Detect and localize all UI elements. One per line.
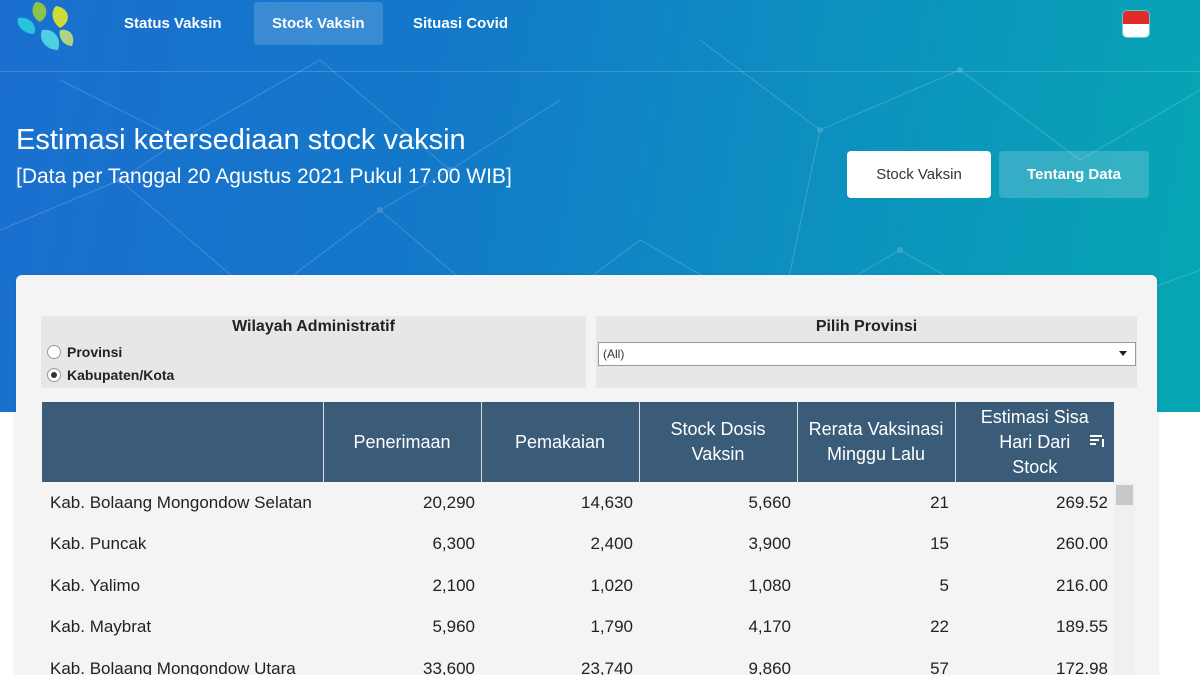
page-title: Estimasi ketersediaan stock vaksin — [16, 124, 466, 156]
stock-table-wrapper: Penerimaan Pemakaian Stock Dosis Vaksin … — [42, 402, 1114, 675]
admin-filter-box: Wilayah Administratif Provinsi Kabupaten… — [41, 316, 586, 388]
value-cell: 5 — [939, 575, 949, 595]
region-name-cell: Kab. Maybrat — [50, 617, 152, 637]
scrollbar-thumb[interactable] — [1116, 485, 1133, 505]
province-filter-box: Pilih Provinsi (All) — [596, 316, 1137, 388]
value-cell: 216.00 — [1056, 575, 1108, 595]
column-header-stock-dosis-label: Stock Dosis Vaksin — [670, 419, 766, 464]
region-name-cell: Kab. Bolaang Mongondow Selatan — [50, 492, 312, 512]
value-cell: 33,600 — [423, 658, 475, 675]
table-body: Kab. Bolaang Mongondow Selatan 20,290 14,6… — [42, 482, 1114, 675]
radio-kabupaten-kota-label: Kabupaten/Kota — [67, 367, 175, 383]
nav-status-vaksin[interactable]: Status Vaksin — [106, 2, 240, 45]
nav-situasi-covid[interactable]: Situasi Covid — [395, 2, 526, 45]
page-subtitle: [Data per Tanggal 20 Agustus 2021 Pukul … — [16, 165, 512, 188]
value-cell: 4,170 — [748, 617, 791, 637]
value-cell: 15 — [930, 534, 949, 554]
province-select-value: (All) — [603, 347, 625, 361]
value-cell: 21 — [930, 492, 949, 512]
table-header-row: Penerimaan Pemakaian Stock Dosis Vaksin … — [42, 402, 1114, 482]
column-header-estimasi-label: Estimasi Sisa Hari Dari Stock — [980, 406, 1089, 477]
value-cell: 2,100 — [432, 575, 475, 595]
stock-vaksin-button[interactable]: Stock Vaksin — [847, 151, 991, 198]
table-row[interactable]: Kab. Maybrat 5,960 1,790 4,170 22 189.55 — [42, 607, 1114, 649]
nav-stock-vaksin[interactable]: Stock Vaksin — [254, 2, 383, 45]
indonesia-flag-icon[interactable] — [1123, 11, 1149, 37]
value-cell: 2,400 — [590, 534, 633, 554]
value-cell: 6,300 — [432, 534, 475, 554]
column-header-estimasi[interactable]: Estimasi Sisa Hari Dari Stock — [954, 402, 1114, 482]
table-row[interactable]: Kab. Bolaang Mongondow Utara 33,600 23,740… — [42, 648, 1114, 675]
region-name-cell: Kab. Yalimo — [50, 575, 141, 595]
value-cell: 20,290 — [423, 492, 475, 512]
top-navbar: Status Vaksin Stock Vaksin Situasi Covid — [0, 0, 1200, 72]
radio-provinsi-label: Provinsi — [67, 344, 123, 360]
table-row[interactable]: Kab. Puncak 6,300 2,400 3,900 15 260.00 — [42, 524, 1114, 566]
admin-filter-title: Wilayah Administratif — [232, 318, 395, 335]
value-cell: 22 — [930, 617, 949, 637]
value-cell: 23,740 — [581, 658, 633, 675]
radio-checked-icon[interactable] — [47, 368, 61, 382]
radio-provinsi[interactable]: Provinsi — [47, 344, 122, 360]
kemenkes-leaf-logo-icon[interactable] — [14, 0, 78, 54]
column-header-penerimaan[interactable]: Penerimaan — [322, 402, 481, 482]
value-cell: 1,080 — [748, 575, 791, 595]
table-row[interactable]: Kab. Yalimo 2,100 1,020 1,080 5 216.00 — [42, 565, 1114, 607]
stock-table: Penerimaan Pemakaian Stock Dosis Vaksin … — [42, 402, 1114, 675]
sort-descending-icon[interactable] — [1090, 434, 1106, 448]
column-header-stock-dosis[interactable]: Stock Dosis Vaksin — [638, 402, 797, 482]
value-cell: 269.52 — [1056, 492, 1108, 512]
value-cell: 5,660 — [748, 492, 791, 512]
value-cell: 1,790 — [590, 617, 633, 637]
value-cell: 5,960 — [432, 617, 475, 637]
value-cell: 57 — [930, 658, 949, 675]
value-cell: 3,900 — [748, 534, 791, 554]
province-select[interactable]: (All) — [598, 342, 1136, 366]
column-header-pemakaian[interactable]: Pemakaian — [480, 402, 639, 482]
dashboard-panel: Wilayah Administratif Provinsi Kabupaten… — [16, 275, 1157, 675]
value-cell: 9,860 — [748, 658, 791, 675]
chevron-down-icon[interactable] — [1119, 351, 1127, 356]
radio-unchecked-icon[interactable] — [47, 345, 61, 359]
province-filter-title: Pilih Provinsi — [815, 318, 918, 335]
radio-kabupaten-kota[interactable]: Kabupaten/Kota — [47, 367, 174, 383]
table-row[interactable]: Kab. Bolaang Mongondow Selatan 20,290 14,6… — [42, 482, 1114, 524]
region-name-cell: Kab. Bolaang Mongondow Utara — [50, 658, 296, 675]
table-scrollbar[interactable] — [1114, 483, 1135, 675]
value-cell: 1,020 — [590, 575, 633, 595]
column-header-rerata[interactable]: Rerata Vaksinasi Minggu Lalu — [796, 402, 955, 482]
value-cell: 14,630 — [581, 492, 633, 512]
tentang-data-button[interactable]: Tentang Data — [999, 151, 1149, 198]
column-header-rerata-label: Rerata Vaksinasi Minggu Lalu — [808, 419, 944, 464]
value-cell: 172.98 — [1056, 658, 1108, 675]
value-cell: 260.00 — [1056, 534, 1108, 554]
region-name-cell: Kab. Puncak — [50, 534, 147, 554]
value-cell: 189.55 — [1056, 617, 1108, 637]
column-header-region[interactable] — [42, 402, 323, 482]
